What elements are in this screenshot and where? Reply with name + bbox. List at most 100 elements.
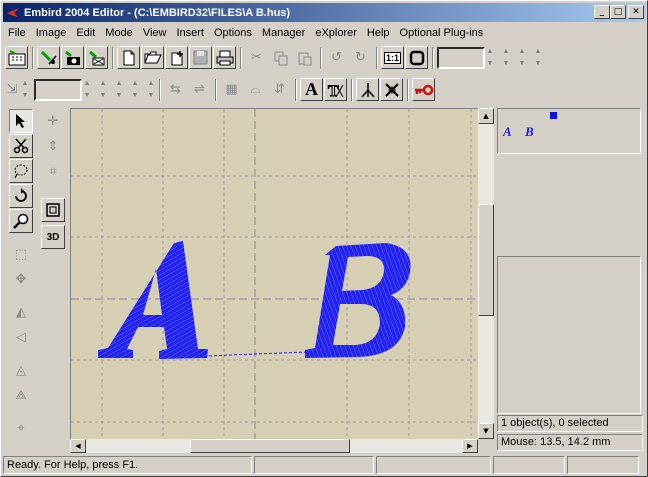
spinner-3[interactable]: ▲ ▼ bbox=[517, 47, 527, 69]
value-field-2[interactable] bbox=[34, 78, 82, 101]
magnifier-icon bbox=[13, 213, 29, 229]
paste-button[interactable] bbox=[293, 46, 316, 69]
spinner-9[interactable]: ▲ ▼ bbox=[146, 79, 156, 101]
outline-icon: ⌓ bbox=[250, 82, 261, 97]
title-bar[interactable]: Embird 2004 Editor - (C:\EMBIRD32\FILES\… bbox=[3, 3, 646, 22]
zoom-tool-button[interactable] bbox=[9, 209, 33, 233]
spinner-4[interactable]: ▲ ▼ bbox=[533, 47, 543, 69]
spinner-2[interactable]: ▲ ▼ bbox=[501, 47, 511, 69]
mirror-vertical-icon: ◭ bbox=[16, 304, 26, 320]
open-file-button[interactable] bbox=[141, 46, 164, 69]
pattern-fill-button[interactable]: ▦ bbox=[220, 78, 243, 101]
insert-file-button[interactable] bbox=[165, 46, 188, 69]
maximize-button[interactable]: □ bbox=[610, 5, 626, 19]
node-edit-button[interactable]: ⌗ bbox=[41, 159, 65, 183]
spinner-8[interactable]: ▲ ▼ bbox=[130, 79, 140, 101]
rotate-tool-button[interactable] bbox=[9, 184, 33, 208]
menu-edit[interactable]: Edit bbox=[71, 27, 100, 39]
copy-icon bbox=[274, 51, 287, 65]
resize-icon: ⬚ bbox=[14, 246, 28, 262]
move-nodes-button[interactable]: ✛ bbox=[41, 109, 65, 133]
camera-tool-button[interactable] bbox=[61, 46, 84, 69]
text-tool-button[interactable]: A bbox=[300, 78, 323, 101]
zoom-1-1-button[interactable]: 1:1 bbox=[381, 46, 404, 69]
redo-button[interactable]: ↻ bbox=[349, 46, 372, 69]
skew-horizontal-button[interactable]: ⟁ bbox=[9, 383, 33, 407]
menu-manager[interactable]: Manager bbox=[257, 27, 310, 39]
menu-help[interactable]: Help bbox=[362, 27, 395, 39]
scroll-down-arrow[interactable]: ▼ bbox=[478, 423, 494, 439]
value-field-1[interactable] bbox=[437, 46, 485, 69]
menu-file[interactable]: File bbox=[3, 27, 31, 39]
value-field-2-spinner[interactable]: ▲ ▼ bbox=[82, 79, 92, 101]
app-window: Embird 2004 Editor - (C:\EMBIRD32\FILES\… bbox=[0, 0, 648, 477]
canvas-drawing bbox=[71, 109, 478, 439]
object-preview-list[interactable]: A B bbox=[497, 108, 641, 154]
design-canvas[interactable] bbox=[70, 108, 478, 439]
spinner-5[interactable]: ▲ ▼ bbox=[20, 79, 30, 101]
spinner-7[interactable]: ▲ ▼ bbox=[114, 79, 124, 101]
view-3d-button[interactable]: 3D bbox=[41, 225, 65, 249]
toolbar-separator bbox=[112, 46, 114, 69]
select-tool-button[interactable] bbox=[9, 109, 33, 133]
stitch-order-button[interactable]: ⇵ bbox=[268, 78, 291, 101]
vertical-move-button[interactable]: ⇕ bbox=[41, 134, 65, 158]
horizontal-scrollbar[interactable]: ◀ ▶ bbox=[70, 439, 478, 453]
undo-button[interactable]: ↺ bbox=[325, 46, 348, 69]
frame-view-button[interactable] bbox=[41, 198, 65, 222]
hoop-grid-button[interactable] bbox=[5, 46, 28, 69]
key-button[interactable] bbox=[412, 78, 435, 101]
resize-tool-button[interactable]: ⬚ bbox=[9, 242, 33, 266]
remove-button[interactable] bbox=[380, 78, 403, 101]
value-field-1-spinner[interactable]: ▲ ▼ bbox=[485, 47, 495, 69]
scale-1-1-label: 1:1 bbox=[383, 51, 401, 64]
skew-horizontal-icon: ⟁ bbox=[15, 387, 27, 403]
scroll-right-arrow[interactable]: ▶ bbox=[462, 439, 478, 453]
hoop-grid-icon bbox=[8, 49, 25, 65]
outline-button[interactable]: ⌓ bbox=[244, 78, 267, 101]
vertical-scrollbar[interactable]: ▲ ▼ bbox=[478, 108, 494, 439]
align-tool-button[interactable]: ⇲ bbox=[5, 78, 19, 101]
new-file-button[interactable] bbox=[117, 46, 140, 69]
scroll-up-arrow[interactable]: ▲ bbox=[478, 108, 494, 124]
arrow-pointer-icon bbox=[16, 114, 25, 128]
stitch-tool-button[interactable] bbox=[37, 46, 60, 69]
copy-button[interactable] bbox=[269, 46, 292, 69]
save-button[interactable] bbox=[189, 46, 212, 69]
embird-bird-icon[interactable] bbox=[5, 5, 21, 21]
menu-optional-plugins[interactable]: Optional Plug-ins bbox=[395, 27, 489, 39]
flip-horizontal-button[interactable]: ⇆ bbox=[164, 78, 187, 101]
mirror-horizontal-icon: ◁ bbox=[16, 329, 26, 345]
split-button[interactable] bbox=[356, 78, 379, 101]
close-button[interactable]: ✕ bbox=[628, 5, 644, 19]
hoop-button[interactable] bbox=[405, 46, 428, 69]
minimize-button[interactable]: _ bbox=[594, 5, 610, 19]
menu-image[interactable]: Image bbox=[31, 27, 72, 39]
menu-options[interactable]: Options bbox=[209, 27, 257, 39]
menu-mode[interactable]: Mode bbox=[100, 27, 138, 39]
lasso-tool-button[interactable] bbox=[9, 159, 33, 183]
skew-vertical-button[interactable]: ◬ bbox=[9, 358, 33, 382]
mirror-icon: ⇌ bbox=[194, 82, 205, 97]
toolbar-separator bbox=[32, 46, 34, 69]
menu-explorer[interactable]: eXplorer bbox=[310, 27, 362, 39]
horizontal-scroll-thumb[interactable] bbox=[190, 439, 350, 453]
menu-view[interactable]: View bbox=[138, 27, 172, 39]
scroll-left-arrow[interactable]: ◀ bbox=[70, 439, 86, 453]
mirror-button[interactable]: ⇌ bbox=[188, 78, 211, 101]
vertical-scroll-thumb[interactable] bbox=[478, 204, 494, 316]
frame-view-icon bbox=[46, 203, 60, 217]
skew-vertical-icon: ◬ bbox=[16, 362, 26, 378]
mirror-vertical-button[interactable]: ◭ bbox=[9, 300, 33, 324]
move-tool-button[interactable]: ✥ bbox=[9, 267, 33, 291]
pattern-tool-button[interactable] bbox=[85, 46, 108, 69]
spinner-6[interactable]: ▲ ▼ bbox=[98, 79, 108, 101]
cut-button[interactable]: ✂ bbox=[245, 46, 268, 69]
menu-insert[interactable]: Insert bbox=[171, 27, 209, 39]
status-cell-3 bbox=[376, 456, 491, 474]
mirror-horizontal-button[interactable]: ◁ bbox=[9, 325, 33, 349]
print-button[interactable] bbox=[213, 46, 236, 69]
center-button[interactable]: ⌖ bbox=[9, 416, 33, 440]
scissors-tool-button[interactable] bbox=[9, 134, 33, 158]
text-edit-button[interactable]: T bbox=[324, 78, 347, 101]
